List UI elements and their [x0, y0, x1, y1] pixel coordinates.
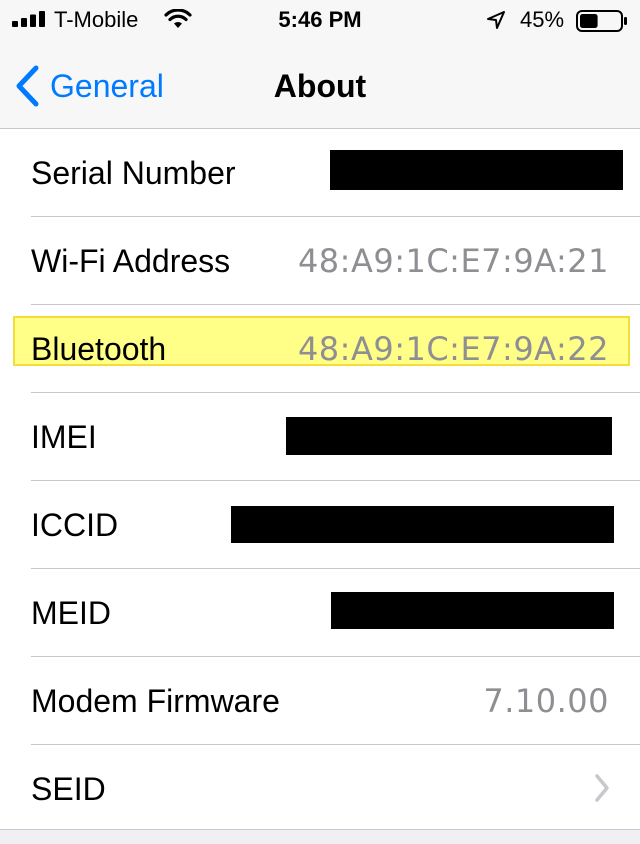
- row-bluetooth[interactable]: Bluetooth 48:A9:1C:E7:9A:22: [0, 305, 640, 393]
- row-imei[interactable]: IMEI: [0, 393, 640, 481]
- row-value: 48:A9:1C:E7:9A:21: [297, 242, 609, 280]
- chevron-right-icon: [595, 774, 609, 802]
- navigation-bar: General About: [0, 40, 640, 129]
- row-label: Bluetooth: [31, 331, 167, 367]
- row-label: SEID: [31, 771, 106, 807]
- redacted-value: [286, 417, 612, 455]
- row-label: ICCID: [31, 507, 119, 543]
- row-label: Wi-Fi Address: [31, 243, 231, 279]
- row-value: 48:A9:1C:E7:9A:22: [297, 330, 609, 368]
- about-list: Serial Number Wi-Fi Address 48:A9:1C:E7:…: [0, 129, 640, 829]
- row-serial-number[interactable]: Serial Number: [0, 129, 640, 217]
- row-label: MEID: [31, 595, 111, 631]
- row-modem-firmware[interactable]: Modem Firmware 7.10.00: [0, 657, 640, 745]
- row-meid[interactable]: MEID: [0, 569, 640, 657]
- row-value: 7.10.00: [483, 682, 609, 720]
- row-iccid[interactable]: ICCID: [0, 481, 640, 569]
- row-seid[interactable]: SEID: [0, 745, 640, 833]
- redacted-value: [330, 150, 623, 190]
- status-bar: T-Mobile 5:46 PM 45%: [0, 0, 640, 40]
- row-label: IMEI: [31, 419, 97, 455]
- battery-percentage: 45%: [520, 7, 565, 32]
- row-label: Serial Number: [31, 155, 236, 191]
- battery-icon: [576, 10, 627, 32]
- list-bottom-separator: [0, 829, 640, 830]
- redacted-value: [231, 506, 614, 543]
- page-title: About: [273, 68, 367, 104]
- redacted-value: [331, 592, 614, 629]
- row-label: Modem Firmware: [31, 683, 280, 719]
- row-wifi-address[interactable]: Wi-Fi Address 48:A9:1C:E7:9A:21: [0, 217, 640, 305]
- location-arrow-icon: [487, 11, 505, 29]
